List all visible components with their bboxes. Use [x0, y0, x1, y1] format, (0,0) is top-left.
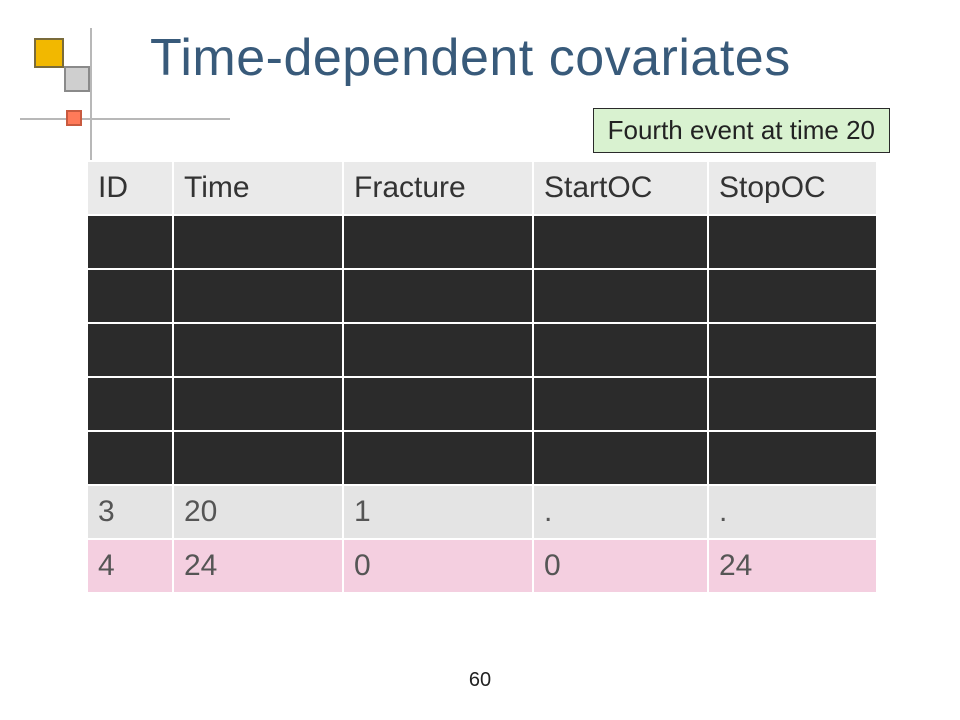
- table-row-hidden: [87, 377, 877, 431]
- table-row-hidden: [87, 323, 877, 377]
- cell-hidden: [343, 269, 533, 323]
- data-table-container: ID Time Fracture StartOC StopOC 3201..42…: [86, 160, 876, 594]
- col-header: StartOC: [533, 161, 708, 215]
- data-table: ID Time Fracture StartOC StopOC 3201..42…: [86, 160, 878, 594]
- cell-hidden: [173, 431, 343, 485]
- cell: 24: [173, 539, 343, 593]
- table-header-row: ID Time Fracture StartOC StopOC: [87, 161, 877, 215]
- cell-hidden: [533, 323, 708, 377]
- cell-hidden: [533, 431, 708, 485]
- event-callout: Fourth event at time 20: [593, 108, 890, 153]
- slide: Time-dependent covariates Fourth event a…: [0, 0, 960, 720]
- cell: 0: [343, 539, 533, 593]
- cell-hidden: [343, 323, 533, 377]
- cell-hidden: [173, 323, 343, 377]
- cell-hidden: [343, 215, 533, 269]
- cell-hidden: [87, 431, 173, 485]
- cell: 0: [533, 539, 708, 593]
- cell-hidden: [708, 215, 877, 269]
- cell-hidden: [708, 323, 877, 377]
- corner-decoration: [20, 38, 140, 148]
- cell-hidden: [87, 323, 173, 377]
- cell-hidden: [533, 377, 708, 431]
- cell: .: [533, 485, 708, 539]
- table-body: 3201..4240024: [87, 215, 877, 593]
- table-row-hidden: [87, 269, 877, 323]
- cell-hidden: [343, 377, 533, 431]
- table-row: 3201..: [87, 485, 877, 539]
- cell: 3: [87, 485, 173, 539]
- cell-hidden: [173, 269, 343, 323]
- cell-hidden: [87, 377, 173, 431]
- cell-hidden: [343, 431, 533, 485]
- cell-hidden: [87, 269, 173, 323]
- cell-hidden: [173, 377, 343, 431]
- cell: 24: [708, 539, 877, 593]
- col-header: Fracture: [343, 161, 533, 215]
- table-row-hidden: [87, 215, 877, 269]
- cell: 1: [343, 485, 533, 539]
- cell-hidden: [87, 215, 173, 269]
- cell-hidden: [708, 431, 877, 485]
- cell: 4: [87, 539, 173, 593]
- col-header: Time: [173, 161, 343, 215]
- cell: 20: [173, 485, 343, 539]
- cell-hidden: [173, 215, 343, 269]
- cell-hidden: [708, 269, 877, 323]
- col-header: StopOC: [708, 161, 877, 215]
- table-row: 4240024: [87, 539, 877, 593]
- cell-hidden: [708, 377, 877, 431]
- slide-title: Time-dependent covariates: [150, 28, 920, 88]
- col-header: ID: [87, 161, 173, 215]
- table-row-hidden: [87, 431, 877, 485]
- page-number: 60: [0, 669, 960, 692]
- cell-hidden: [533, 269, 708, 323]
- cell: .: [708, 485, 877, 539]
- cell-hidden: [533, 215, 708, 269]
